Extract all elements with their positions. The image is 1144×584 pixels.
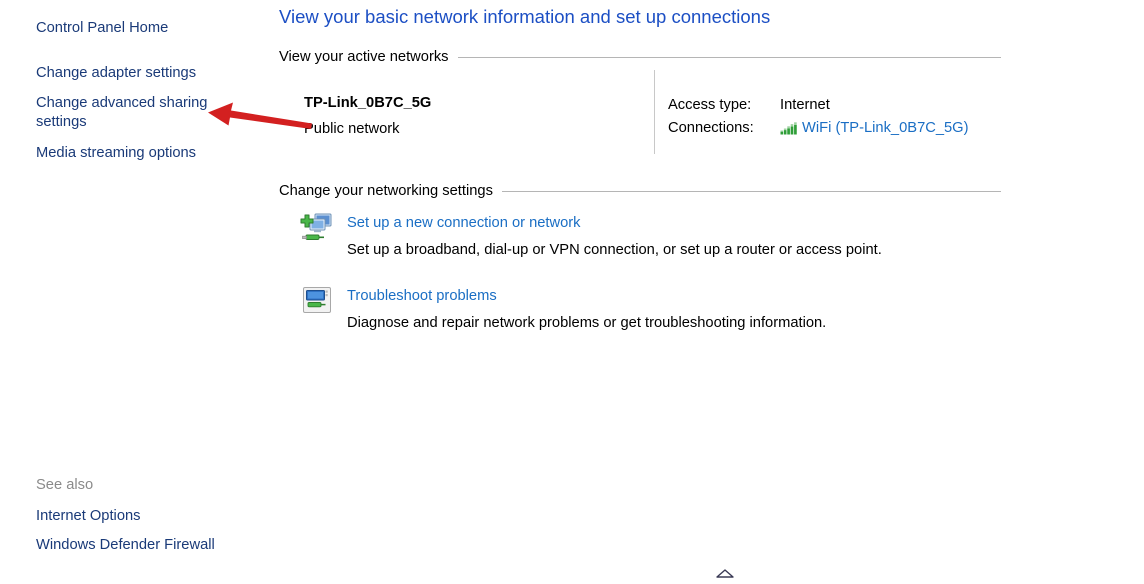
section-header-active-networks-label: View your active networks [279,48,458,67]
page-title: View your basic network information and … [279,5,770,29]
see-also-item-internet-options[interactable]: Internet Options [36,507,141,526]
troubleshoot-problems-description: Diagnose and repair network problems or … [347,314,826,333]
set-up-new-connection-link[interactable]: Set up a new connection or network [347,214,581,233]
set-up-new-connection-description: Set up a broadband, dial-up or VPN conne… [347,241,882,260]
section-header-change-settings: Change your networking settings [279,182,1001,201]
sidebar-item-change-adapter-settings[interactable]: Change adapter settings [36,64,221,83]
see-also-label: See also [36,476,93,495]
vertical-divider [654,70,655,154]
connections-value-group: WiFi (TP-Link_0B7C_5G) [780,119,969,138]
sidebar-item-control-panel-home[interactable]: Control Panel Home [36,19,221,38]
troubleshoot-icon [300,284,334,318]
connections-label: Connections: [668,119,754,138]
network-profile-type: Public network [304,120,400,139]
scroll-up-chevron-icon[interactable] [714,566,736,578]
active-network-row: TP-Link_0B7C_5G Public network Access ty… [270,70,1144,156]
access-type-value: Internet [780,96,830,115]
content-pane: View your basic network information and … [270,0,1144,580]
section-header-active-networks: View your active networks [279,48,1001,67]
access-type-label: Access type: [668,96,751,115]
new-connection-icon [300,211,334,245]
control-panel-network-sharing-center: Control Panel Home Change adapter settin… [0,0,1144,580]
sidebar-item-media-streaming-options[interactable]: Media streaming options [36,144,221,163]
navigation-pane: Control Panel Home Change adapter settin… [0,0,270,580]
sidebar-item-change-advanced-sharing-settings[interactable]: Change advanced sharing settings [36,94,221,132]
see-also-item-windows-defender-firewall[interactable]: Windows Defender Firewall [36,536,215,555]
network-name: TP-Link_0B7C_5G [304,94,431,113]
section-header-rule [458,57,1001,58]
connection-link[interactable]: WiFi (TP-Link_0B7C_5G) [802,119,969,138]
section-header-rule [502,191,1001,192]
section-header-change-settings-label: Change your networking settings [279,182,502,201]
wifi-signal-bars-icon [780,122,797,135]
troubleshoot-problems-link[interactable]: Troubleshoot problems [347,287,497,306]
